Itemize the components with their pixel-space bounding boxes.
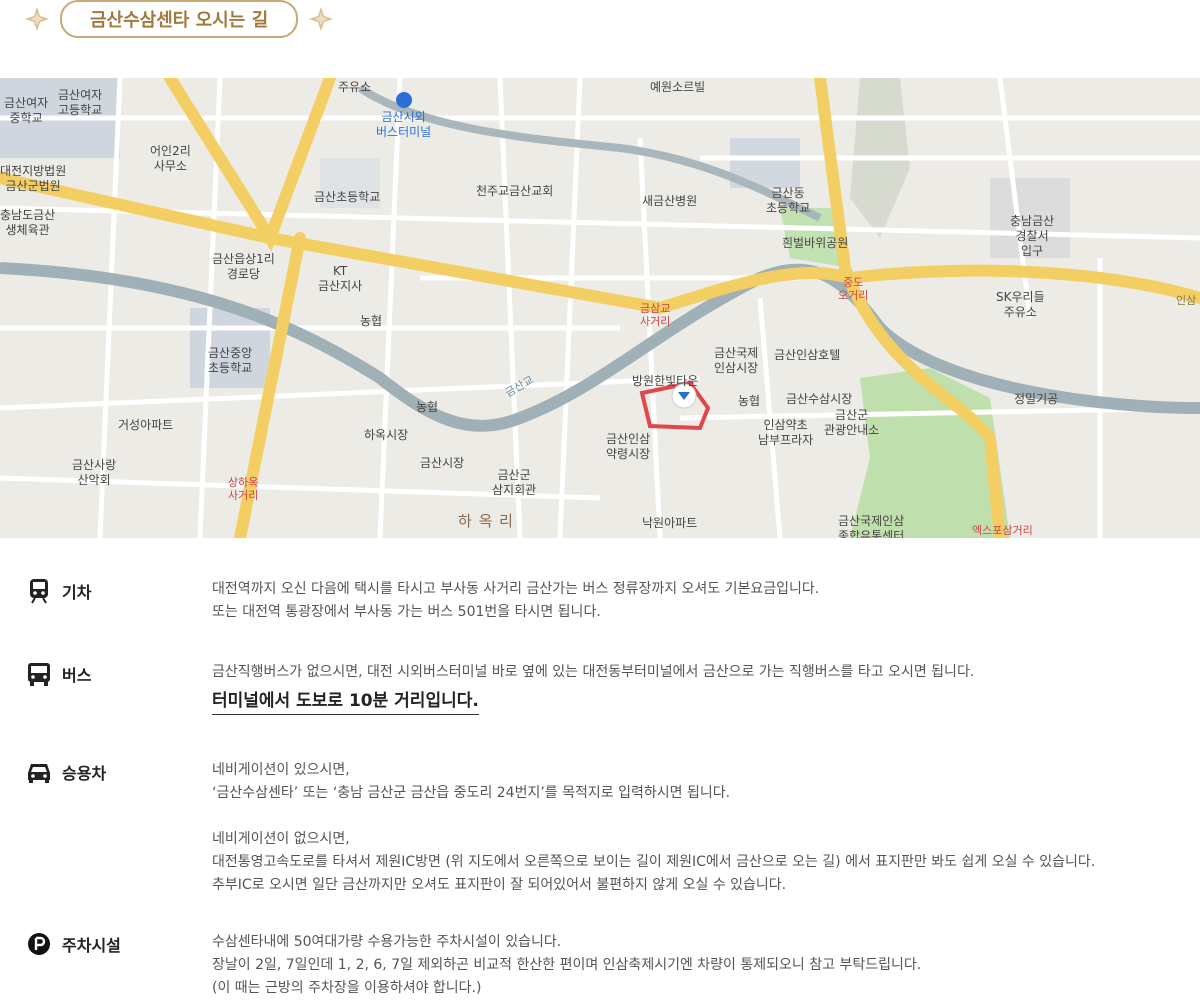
map-label: 대전지방법원 금산군법원: [0, 164, 67, 193]
map-label: 중도 오거리: [838, 276, 869, 302]
emphasis-text: 터미널에서 도보로 10분 거리입니다.: [212, 690, 479, 715]
text-line: ‘금산수삼센타’ 또는 ‘충남 금산군 금산읍 중도리 24번지’를 목적지로 …: [212, 785, 731, 801]
section-title: 주차시설: [26, 931, 121, 957]
text-line: 수삼센타내에 50여대가량 수용가능한 주차시설이 있습니다.: [212, 934, 562, 950]
map-label: 하옥시장: [364, 428, 409, 442]
section-body: 네비게이션이 있으시면, ‘금산수삼센타’ 또는 ‘충남 금산군 금산읍 중도리…: [212, 759, 1182, 897]
text-line: 추부IC로 오시면 일단 금산까지만 오셔도 표지판이 잘 되어있어서 불편하지…: [212, 877, 787, 893]
ornament-right-icon: [308, 6, 334, 32]
train-icon: [26, 578, 52, 604]
map-label: 흰벌바위공원: [782, 236, 849, 250]
map-label: 인삼약초 남부프라자: [758, 418, 814, 447]
map-label: SK우리들 주유소: [996, 290, 1045, 319]
map-label: 금산수삼시장: [786, 392, 853, 406]
map-label: 상하옥 사거리: [228, 476, 259, 502]
car-icon: [26, 759, 52, 785]
map-label: 금산인삼 약령시장: [606, 432, 651, 461]
map-label: 금산군 관광안내소: [824, 408, 880, 437]
section-label: 승용차: [62, 764, 107, 783]
map-label: 예원소르빌: [650, 80, 706, 94]
location-map[interactable]: 금산여자 중학교 금산여자 고등학교 어인2리 사무소 주유소 금산시외 버스터…: [0, 78, 1200, 538]
map-label: 금산시외 버스터미널: [376, 110, 432, 139]
map-label: 금산군 삼지회관: [492, 468, 537, 497]
section-title: 승용차: [26, 759, 106, 785]
map-label: 농협: [416, 400, 439, 414]
section-label: 기차: [62, 583, 92, 602]
map-label: 어인2리 사무소: [150, 144, 191, 173]
section-title: 기차: [26, 578, 91, 604]
section-label: 주차시설: [62, 936, 121, 955]
map-label: 금산국제인삼 종합유통센터: [838, 514, 905, 538]
map-label: 낙원아파트: [642, 516, 698, 530]
parking-icon: [26, 931, 52, 957]
text-line: 네비게이션이 있으시면,: [212, 762, 350, 778]
section-body: 수삼센타내에 50여대가량 수용가능한 주차시설이 있습니다. 장날이 2일, …: [212, 931, 1182, 1000]
map-label: 방원한빛타운: [632, 374, 699, 388]
map-label: 인삼: [1176, 294, 1197, 307]
map-label: 거성아파트: [118, 418, 174, 432]
map-label: 충남도금산 생체육관: [0, 208, 56, 237]
ornament-left-icon: [24, 6, 50, 32]
map-label: 금산국제 인삼시장: [714, 346, 759, 375]
map-label: 금산동 초등학교: [766, 186, 811, 215]
map-label: 엑스포삼거리: [972, 524, 1033, 537]
map-label: KT 금산지사: [318, 264, 363, 293]
text-line: 금산직행버스가 없으시면, 대전 시외버스터미널 바로 옆에 있는 대전동부터미…: [212, 664, 975, 680]
map-label: 농협: [738, 394, 761, 408]
page-header: 금산수삼센타 오시는 길: [24, 0, 334, 38]
text-line: 또는 대전역 통광장에서 부사동 가는 버스 501번을 타시면 됩니다.: [212, 604, 601, 620]
map-label: 새금산병원: [642, 194, 698, 208]
map-label: 금산읍상1리 경로당: [212, 252, 275, 281]
text-line: 대전역까지 오신 다음에 택시를 타시고 부사동 사거리 금산가는 버스 정류장…: [212, 581, 820, 597]
map-label: 금산여자 고등학교: [58, 88, 103, 117]
map-label: 주유소: [338, 80, 372, 94]
map-label: 충남금산 경찰서 입구: [1010, 214, 1055, 258]
map-label: 금산초등학교: [314, 190, 381, 204]
map-label: 금산시장: [420, 456, 465, 470]
bus-terminal-icon: [396, 92, 412, 108]
section-title: 버스: [26, 661, 91, 687]
map-label: 금산중앙 초등학교: [208, 346, 253, 375]
section-label: 버스: [62, 666, 92, 685]
page-title: 금산수삼센타 오시는 길: [60, 0, 299, 38]
map-label: 금산사랑 산악회: [72, 458, 117, 487]
map-label: 하 옥 리: [458, 512, 514, 530]
map-label: 금산여자 중학교: [4, 96, 49, 125]
text-line: (이 때는 근방의 주차장을 이용하셔야 합니다.): [212, 980, 482, 996]
section-body: 금산직행버스가 없으시면, 대전 시외버스터미널 바로 옆에 있는 대전동부터미…: [212, 661, 1182, 715]
section-body: 대전역까지 오신 다음에 택시를 타시고 부사동 사거리 금산가는 버스 정류장…: [212, 578, 1182, 624]
map-label: 금산인삼호텔: [774, 348, 841, 362]
text-line: 네비게이션이 없으시면,: [212, 831, 350, 847]
map-label: 정밀기공: [1014, 392, 1059, 406]
text-line: 대전통영고속도로를 타셔서 제원IC방면 (위 지도에서 오른쪽으로 보이는 길…: [212, 854, 1096, 870]
map-label: 금삼교 사거리: [640, 302, 671, 328]
bus-icon: [26, 661, 52, 687]
map-label: 천주교금산교회: [476, 184, 554, 198]
text-line: 장날이 2일, 7일인데 1, 2, 6, 7일 제외하곤 비교적 한산한 편이…: [212, 957, 922, 973]
map-label: 농협: [360, 314, 383, 328]
